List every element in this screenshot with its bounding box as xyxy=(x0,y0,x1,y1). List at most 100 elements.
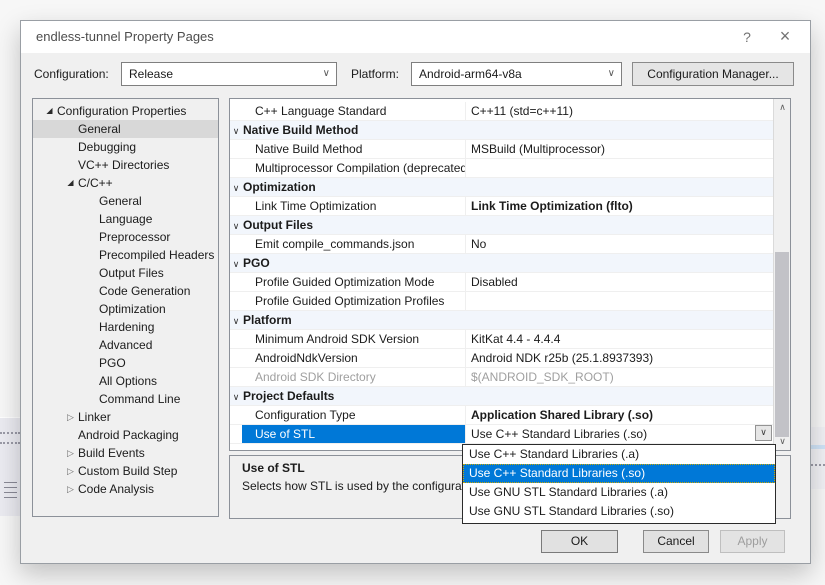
property-value[interactable]: C++11 (std=c++11) xyxy=(466,102,773,120)
grid-row-androidndkversion[interactable]: AndroidNdkVersionAndroid NDK r25b (25.1.… xyxy=(230,349,773,368)
tree-item-configuration-properties[interactable]: ◢Configuration Properties xyxy=(33,102,218,120)
tree-item-output-files[interactable]: Output Files xyxy=(33,264,218,282)
tree-item-label: Linker xyxy=(78,408,111,426)
tree-item-hardening[interactable]: Hardening xyxy=(33,318,218,336)
scrollbar-thumb[interactable] xyxy=(775,252,789,437)
property-value xyxy=(466,254,773,272)
tree-item-code-analysis[interactable]: ▷Code Analysis xyxy=(33,480,218,498)
dropdown-option-use-gnu-stl-standard-libraries-a[interactable]: Use GNU STL Standard Libraries (.a) xyxy=(463,483,775,502)
property-value[interactable]: MSBuild (Multiprocessor) xyxy=(466,140,773,158)
grid-row-native-build-method[interactable]: ∨Native Build Method xyxy=(230,121,773,140)
tree-item-pgo[interactable]: PGO xyxy=(33,354,218,372)
tree-item-label: VC++ Directories xyxy=(78,156,169,174)
configuration-select[interactable]: Release ∨ xyxy=(121,62,337,86)
chevron-down-icon: ∨ xyxy=(233,316,240,326)
dropdown-option-use-gnu-stl-standard-libraries-so[interactable]: Use GNU STL Standard Libraries (.so) xyxy=(463,502,775,521)
tree-collapsed-icon[interactable]: ▷ xyxy=(63,444,78,462)
property-value[interactable]: No xyxy=(466,235,773,253)
grid-row-emit-compile-commands-json[interactable]: Emit compile_commands.jsonNo xyxy=(230,235,773,254)
property-name: Minimum Android SDK Version xyxy=(242,330,466,348)
cancel-button[interactable]: Cancel xyxy=(643,530,709,553)
property-value[interactable] xyxy=(466,292,773,310)
grid-row-profile-guided-optimization-profiles[interactable]: Profile Guided Optimization Profiles xyxy=(230,292,773,311)
dropdown-option-use-c-standard-libraries-so[interactable]: Use C++ Standard Libraries (.so) xyxy=(463,464,775,483)
property-value xyxy=(466,387,773,405)
tree-item-c-c[interactable]: ◢C/C++ xyxy=(33,174,218,192)
grid-row-optimization[interactable]: ∨Optimization xyxy=(230,178,773,197)
tree-item-label: Debugging xyxy=(78,138,136,156)
tree-item-debugging[interactable]: Debugging xyxy=(33,138,218,156)
property-value[interactable]: $(ANDROID_SDK_ROOT) xyxy=(466,368,773,386)
tree-item-label: Code Generation xyxy=(99,282,190,300)
platform-select[interactable]: Android-arm64-v8a ∨ xyxy=(411,62,622,86)
tree-collapsed-icon[interactable]: ▷ xyxy=(63,462,78,480)
tree-expanded-icon[interactable]: ◢ xyxy=(42,102,57,120)
tree-item-vc-directories[interactable]: VC++ Directories xyxy=(33,156,218,174)
grid-row-project-defaults[interactable]: ∨Project Defaults xyxy=(230,387,773,406)
property-value[interactable]: Use C++ Standard Libraries (.so)∨ xyxy=(466,425,773,443)
tree-item-label: C/C++ xyxy=(78,174,113,192)
property-value[interactable]: Link Time Optimization (flto) xyxy=(466,197,773,215)
tree-item-command-line[interactable]: Command Line xyxy=(33,390,218,408)
grid-row-minimum-android-sdk-version[interactable]: Minimum Android SDK VersionKitKat 4.4 - … xyxy=(230,330,773,349)
tree-collapsed-icon[interactable]: ▷ xyxy=(63,480,78,498)
category-collapse-icon[interactable]: ∨ xyxy=(230,387,242,405)
property-value[interactable]: Disabled xyxy=(466,273,773,291)
tree-item-all-options[interactable]: All Options xyxy=(33,372,218,390)
property-value[interactable]: KitKat 4.4 - 4.4.4 xyxy=(466,330,773,348)
grid-row-profile-guided-optimization-mode[interactable]: Profile Guided Optimization ModeDisabled xyxy=(230,273,773,292)
tree-item-build-events[interactable]: ▷Build Events xyxy=(33,444,218,462)
help-button[interactable]: ? xyxy=(732,21,762,53)
grid-row-multiprocessor-compilation-deprecated[interactable]: Multiprocessor Compilation (deprecated) xyxy=(230,159,773,178)
tree-item-precompiled-headers[interactable]: Precompiled Headers xyxy=(33,246,218,264)
property-name: Output Files xyxy=(242,216,466,234)
tree-item-optimization[interactable]: Optimization xyxy=(33,300,218,318)
category-collapse-icon[interactable]: ∨ xyxy=(230,216,242,234)
tree-item-custom-build-step[interactable]: ▷Custom Build Step xyxy=(33,462,218,480)
close-icon[interactable]: × xyxy=(770,21,800,53)
tree-item-label: All Options xyxy=(99,372,157,390)
grid-row-native-build-method[interactable]: Native Build MethodMSBuild (Multiprocess… xyxy=(230,140,773,159)
property-value xyxy=(466,311,773,329)
configuration-manager-button[interactable]: Configuration Manager... xyxy=(632,62,794,86)
category-collapse-icon[interactable]: ∨ xyxy=(230,121,242,139)
ok-button[interactable]: OK xyxy=(541,530,618,553)
grid-row-android-sdk-directory[interactable]: Android SDK Directory$(ANDROID_SDK_ROOT) xyxy=(230,368,773,387)
apply-button[interactable]: Apply xyxy=(720,530,785,553)
property-value[interactable] xyxy=(466,159,773,177)
grid-row-link-time-optimization[interactable]: Link Time OptimizationLink Time Optimiza… xyxy=(230,197,773,216)
scrollbar-up-icon[interactable]: ∧ xyxy=(774,99,791,116)
title-bar[interactable]: endless-tunnel Property Pages ? × xyxy=(21,21,810,53)
configuration-tree: ◢Configuration PropertiesGeneralDebuggin… xyxy=(32,98,219,517)
row-gutter xyxy=(230,368,242,386)
tree-item-advanced[interactable]: Advanced xyxy=(33,336,218,354)
grid-row-output-files[interactable]: ∨Output Files xyxy=(230,216,773,235)
grid-row-use-of-stl[interactable]: Use of STLUse C++ Standard Libraries (.s… xyxy=(230,425,773,444)
scrollbar-down-icon[interactable]: ∨ xyxy=(774,433,791,450)
property-value[interactable]: Application Shared Library (.so) xyxy=(466,406,773,424)
tree-item-android-packaging[interactable]: Android Packaging xyxy=(33,426,218,444)
category-collapse-icon[interactable]: ∨ xyxy=(230,254,242,272)
tree-item-general[interactable]: General xyxy=(33,192,218,210)
category-collapse-icon[interactable]: ∨ xyxy=(230,178,242,196)
tree-item-code-generation[interactable]: Code Generation xyxy=(33,282,218,300)
property-value[interactable]: Android NDK r25b (25.1.8937393) xyxy=(466,349,773,367)
tree-expanded-icon[interactable]: ◢ xyxy=(63,174,78,192)
vertical-scrollbar[interactable]: ∧ ∨ xyxy=(773,99,790,450)
property-name: Platform xyxy=(242,311,466,329)
grid-row-configuration-type[interactable]: Configuration TypeApplication Shared Lib… xyxy=(230,406,773,425)
grid-row-c-language-standard[interactable]: C++ Language StandardC++11 (std=c++11) xyxy=(230,102,773,121)
tree-item-linker[interactable]: ▷Linker xyxy=(33,408,218,426)
tree-collapsed-icon[interactable]: ▷ xyxy=(63,408,78,426)
category-collapse-icon[interactable]: ∨ xyxy=(230,311,242,329)
grid-row-pgo[interactable]: ∨PGO xyxy=(230,254,773,273)
combo-dropdown-button[interactable]: ∨ xyxy=(755,425,772,441)
grid-row-platform[interactable]: ∨Platform xyxy=(230,311,773,330)
dropdown-option-use-c-standard-libraries-a[interactable]: Use C++ Standard Libraries (.a) xyxy=(463,445,775,464)
tree-item-label: Code Analysis xyxy=(78,480,154,498)
tree-item-language[interactable]: Language xyxy=(33,210,218,228)
tree-item-preprocessor[interactable]: Preprocessor xyxy=(33,228,218,246)
tree-item-general[interactable]: General xyxy=(33,120,218,138)
chevron-down-icon: ∨ xyxy=(233,259,240,269)
background-window-fragment-left xyxy=(0,417,20,516)
